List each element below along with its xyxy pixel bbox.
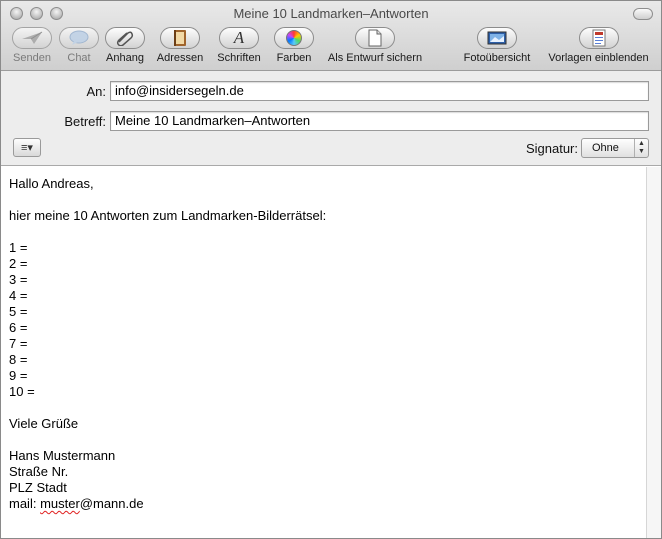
- photo-browser-label: Fotoübersicht: [463, 52, 531, 64]
- attach-button[interactable]: Anhang: [102, 27, 148, 64]
- vertical-scrollbar[interactable]: [646, 167, 661, 538]
- to-field[interactable]: info@insidersegeln.de: [110, 81, 649, 101]
- greeting-line: Hallo Andreas,: [9, 176, 94, 191]
- answer-line: 7 =: [9, 336, 28, 351]
- answer-line: 3 =: [9, 272, 28, 287]
- save-draft-button[interactable]: Als Entwurf sichern: [321, 27, 429, 64]
- signature-select[interactable]: Ohne ▲ ▼: [581, 138, 649, 158]
- photo-browser-icon: [477, 27, 517, 49]
- font-icon: A: [219, 27, 259, 49]
- closing-line: Viele Grüße: [9, 416, 79, 431]
- intro-line: hier meine 10 Antworten zum Landmarken-B…: [9, 208, 327, 223]
- signature-mail-line: mail: muster@mann.de: [9, 496, 144, 512]
- answer-line: 5 =: [9, 304, 28, 319]
- photo-browser-button[interactable]: Fotoübersicht: [456, 27, 538, 64]
- message-body[interactable]: Hallo Andreas, hier meine 10 Antworten z…: [1, 167, 646, 538]
- chat-button[interactable]: Chat: [59, 27, 99, 64]
- colors-label: Farben: [276, 52, 312, 64]
- attach-label: Anhang: [106, 52, 144, 64]
- toolbar-area: Meine 10 Landmarken–Antworten Senden Cha…: [1, 1, 661, 71]
- paperclip-icon: [105, 27, 145, 49]
- header-options-menu-button[interactable]: ≡▾: [13, 138, 41, 157]
- send-button[interactable]: Senden: [9, 27, 55, 64]
- chat-label: Chat: [67, 52, 91, 64]
- subject-label: Betreff:: [64, 114, 106, 129]
- show-stationery-button[interactable]: Vorlagen einblenden: [542, 27, 655, 64]
- draft-icon: [355, 27, 395, 49]
- toolbar-toggle-button[interactable]: [633, 8, 653, 20]
- answer-line: 1 =: [9, 240, 28, 255]
- color-wheel-icon: [274, 27, 314, 49]
- mail-prefix: mail:: [9, 496, 41, 511]
- addresses-button[interactable]: Adressen: [154, 27, 206, 64]
- signature-city-line: PLZ Stadt: [9, 480, 67, 495]
- list-icon: ≡▾: [21, 142, 33, 154]
- show-stationery-label: Vorlagen einblenden: [548, 52, 649, 64]
- fonts-label: Schriften: [217, 52, 261, 64]
- answer-line: 10 =: [9, 384, 35, 399]
- save-draft-label: Als Entwurf sichern: [327, 52, 423, 64]
- signature-value: Ohne: [592, 142, 619, 154]
- mail-compose-window: Meine 10 Landmarken–Antworten Senden Cha…: [0, 0, 662, 539]
- colors-button[interactable]: Farben: [272, 27, 316, 64]
- signature-name-line: Hans Mustermann: [9, 448, 116, 463]
- misspelled-word: muster: [40, 496, 80, 511]
- fonts-button[interactable]: A Schriften: [212, 27, 266, 64]
- chat-bubble-icon: [59, 27, 99, 49]
- subject-field[interactable]: Meine 10 Landmarken–Antworten: [110, 111, 649, 131]
- answer-line: 9 =: [9, 368, 28, 383]
- stepper-arrows-icon: ▲ ▼: [634, 139, 648, 157]
- paper-plane-icon: [12, 27, 52, 49]
- answer-line: 8 =: [9, 352, 28, 367]
- signature-street-line: Straße Nr.: [9, 464, 69, 479]
- to-label: An:: [86, 84, 106, 99]
- window-title: Meine 10 Landmarken–Antworten: [233, 6, 429, 21]
- answer-line: 2 =: [9, 256, 28, 271]
- answer-line: 6 =: [9, 320, 28, 335]
- answer-line: 4 =: [9, 288, 28, 303]
- mail-suffix: @mann.de: [79, 496, 144, 511]
- addresses-label: Adressen: [156, 52, 204, 64]
- stationery-icon: [578, 27, 619, 49]
- address-book-icon: [160, 27, 200, 49]
- send-label: Senden: [13, 52, 51, 64]
- signature-label: Signatur:: [525, 141, 578, 156]
